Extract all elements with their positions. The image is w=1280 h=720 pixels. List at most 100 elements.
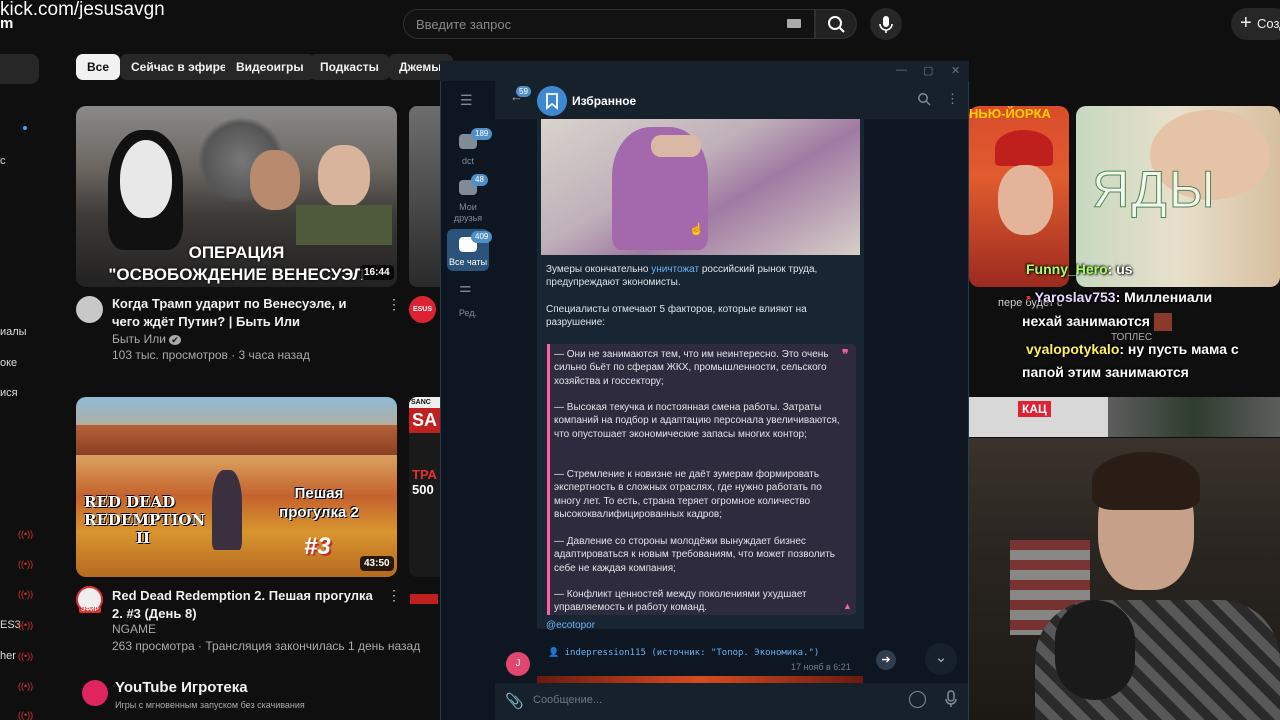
thumbnail-caption-line: II <box>136 529 151 547</box>
live-icon: ((•)) <box>18 589 34 599</box>
message-paragraph: Специалисты отмечают 5 факторов, которые… <box>546 304 807 329</box>
close-icon[interactable]: ✕ <box>951 64 960 77</box>
sender-avatar[interactable]: J <box>506 652 530 676</box>
cursor-icon: ☝ <box>689 222 704 236</box>
overlay-fragment: m <box>0 15 14 32</box>
face-shape <box>998 165 1053 235</box>
chat-username: Funny_Hero <box>1026 261 1108 277</box>
live-icon: ((•)) <box>18 651 34 661</box>
microphone-icon[interactable] <box>945 690 957 713</box>
sidebar-fragment[interactable]: иалы <box>0 326 27 338</box>
sidebar-fragment[interactable]: оке <box>0 357 17 369</box>
chat-text: : us <box>1107 261 1133 277</box>
playables-subtitle: Игры с мгновенным запуском без скачивани… <box>115 700 305 710</box>
chat-title[interactable]: Избранное <box>572 94 636 108</box>
message-time: 17 нояб в 6:21 <box>791 662 851 672</box>
folder-dct[interactable]: 189 dct <box>447 126 493 176</box>
playables-title[interactable]: YouTube Игротека <box>115 679 248 696</box>
notification-dot <box>23 126 27 130</box>
more-options-icon[interactable]: ⋮ <box>946 91 959 107</box>
folder-friends[interactable]: 48 Мои друзья <box>447 172 489 224</box>
thumbnail-caption-line: REDEMPTION <box>84 511 206 529</box>
keyboard-icon[interactable] <box>787 19 801 28</box>
chat-message: нехай занимаются <box>1022 310 1172 332</box>
collapse-quote-icon[interactable]: ▲ <box>843 601 852 611</box>
forward-icon[interactable]: ➔ <box>876 650 896 670</box>
message-link[interactable]: уничтожат <box>651 264 699 275</box>
chip-podcasts[interactable]: Подкасты <box>309 54 390 80</box>
channel-handle-link[interactable]: @ecotopor <box>546 619 595 632</box>
chat-text: нехай занимаются <box>1022 313 1150 329</box>
mesa-shape <box>76 425 397 455</box>
video-title[interactable]: Red Dead Redemption 2. Пешая прогулка 2.… <box>112 587 380 623</box>
search-input[interactable]: Введите запрос <box>403 9 815 39</box>
person-figure <box>250 150 300 210</box>
quote-item: — Стремление к новизне не даёт зумерам ф… <box>554 469 822 521</box>
sidebar-fragment[interactable]: с <box>0 155 6 167</box>
streamer-hair <box>1092 452 1200 510</box>
thumbnail-text: ТРА <box>412 467 437 482</box>
folder-label: Все чаты <box>448 257 488 267</box>
thumbnail-text: 500 <box>412 482 434 497</box>
folder-label: Ред. <box>458 308 478 318</box>
beret-shape <box>995 130 1053 166</box>
sidebar-fragment[interactable]: her <box>0 650 16 662</box>
saved-messages-avatar[interactable] <box>537 86 567 116</box>
chat-badge-icon: ▪ <box>1026 289 1035 305</box>
chip-all[interactable]: Все <box>76 54 121 80</box>
quote-item: — Они не занимаются тем, что им неинтере… <box>554 349 829 387</box>
attach-icon[interactable]: 📎 <box>505 692 524 710</box>
folder-edit[interactable]: ⚌ Ред. <box>447 278 489 328</box>
live-badge: ЭФИР <box>79 607 101 613</box>
sidebar-fragment[interactable]: ися <box>0 387 18 399</box>
emoji-icon[interactable] <box>909 691 926 708</box>
sliders-icon: ⚌ <box>459 279 472 295</box>
scroll-down-button[interactable]: ⌄ <box>925 643 957 675</box>
quote-item: — Давление со стороны молодёжи вынуждает… <box>554 536 835 574</box>
thumbnail-caption-right: Пешая прогулка 2 <box>279 485 359 521</box>
chip-games[interactable]: Видеоигры <box>225 54 315 80</box>
minimize-icon[interactable]: — <box>896 64 907 76</box>
search-button[interactable] <box>815 9 857 39</box>
hamburger-menu-icon[interactable]: ☰ <box>460 92 473 109</box>
video-thumbnail[interactable] <box>409 106 441 287</box>
channel-name[interactable]: NGAME <box>112 620 156 638</box>
photo-face <box>651 135 701 157</box>
microphone-prop <box>1055 600 1135 700</box>
folder-label: dct <box>461 156 474 166</box>
channel-avatar[interactable] <box>410 594 438 604</box>
folder-all-chats[interactable]: 409 Все чаты <box>447 229 493 271</box>
mask-figure <box>120 140 172 218</box>
video-title[interactable]: Когда Трамп ударит по Венесуэле, и чего … <box>112 295 377 331</box>
people-image <box>1108 397 1280 437</box>
maximize-icon[interactable]: ▢ <box>923 64 933 77</box>
live-icon: ((•)) <box>18 559 34 569</box>
kick-url-overlay: kick.com/jesusavgn <box>0 0 165 20</box>
create-button[interactable]: + Созд <box>1231 8 1280 40</box>
more-menu-icon[interactable]: ⋮ <box>387 296 401 313</box>
voice-search-button[interactable] <box>870 8 902 40</box>
uniform-figure <box>296 205 392 245</box>
chat-text: : ну пусть мама с <box>1119 341 1239 357</box>
person-figure <box>318 145 370 207</box>
chat-username: vyalopotykalo <box>1026 341 1120 357</box>
quote-item: — Высокая текучка и постоянная смена раб… <box>554 402 840 440</box>
emote-icon <box>1153 313 1172 332</box>
message-source[interactable]: 👤 indepression115 (источник: "Топор. Эко… <box>548 648 819 658</box>
live-icon: ((•)) <box>18 681 34 691</box>
channel-avatar[interactable] <box>76 296 103 323</box>
search-icon[interactable] <box>917 92 931 111</box>
chip-live[interactable]: Сейчас в эфире <box>120 54 238 80</box>
video-thumbnail[interactable]: SANC SA ТРА 500 <box>409 397 441 577</box>
video-meta: 263 просмотра · Трансляция закончилась 1… <box>112 639 421 653</box>
more-menu-icon[interactable]: ⋮ <box>387 587 401 604</box>
playables-icon <box>82 680 108 706</box>
channel-avatar[interactable]: ESUS <box>409 296 436 323</box>
folder-label: Мои друзья <box>453 202 483 223</box>
message-input[interactable]: Сообщение... <box>533 694 602 706</box>
live-icon: ((•)) <box>18 529 34 539</box>
duration-badge: 43:50 <box>360 556 394 571</box>
sidebar-item-home[interactable] <box>0 54 39 84</box>
microphone-icon <box>879 16 893 33</box>
chat-text: : Миллениали <box>1115 289 1213 305</box>
